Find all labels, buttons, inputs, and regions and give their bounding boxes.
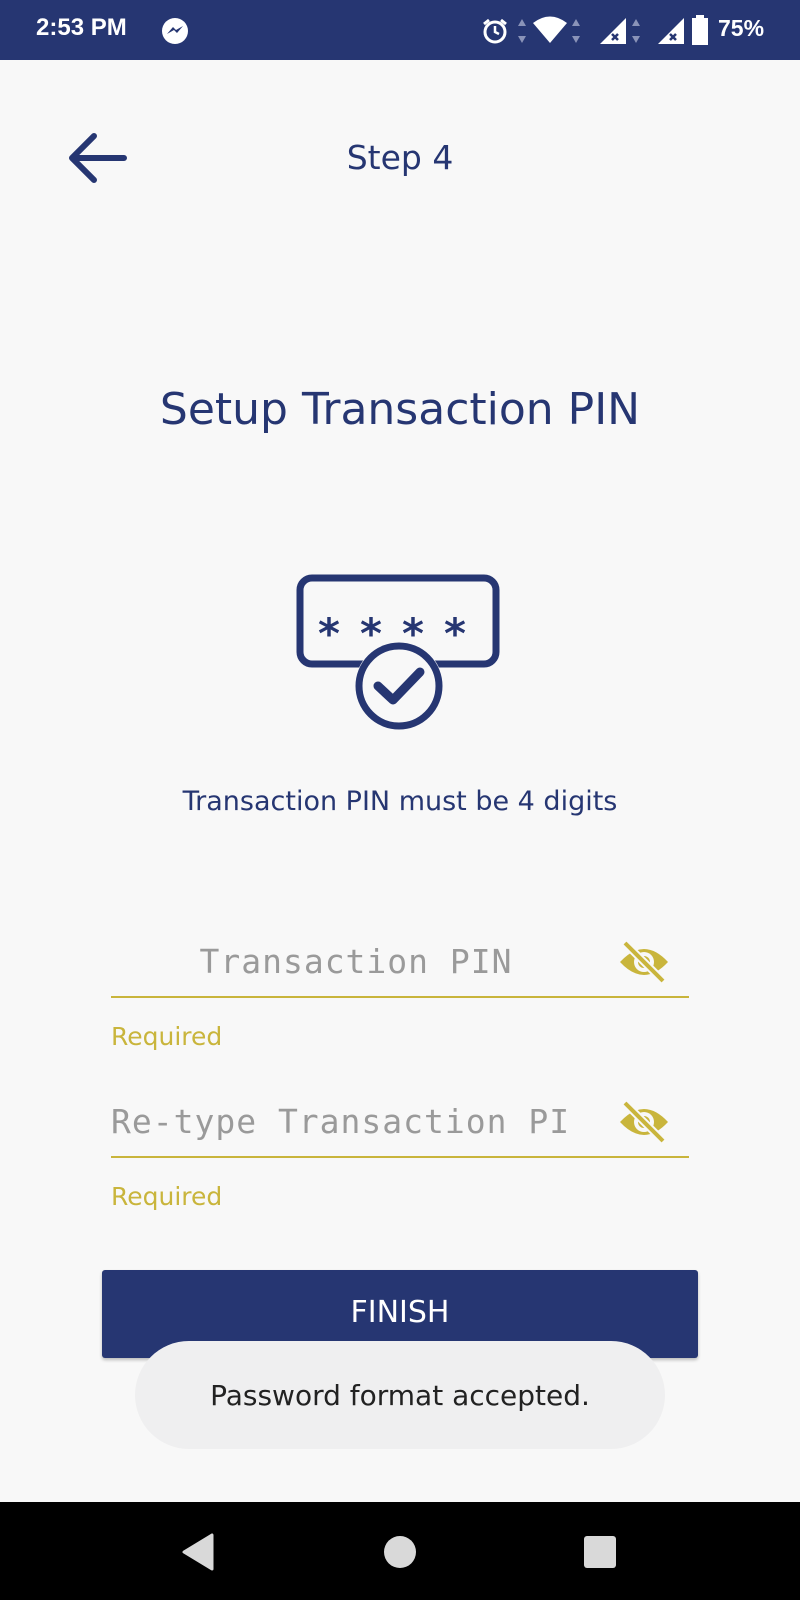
alarm-icon xyxy=(483,18,507,44)
status-bar: 2:53 PM 75% xyxy=(0,0,800,60)
toast-message: Password format accepted. xyxy=(135,1341,665,1449)
retype-helper-text: Required xyxy=(111,1182,223,1211)
status-time: 2:53 PM xyxy=(36,14,127,41)
svg-text:*: * xyxy=(318,609,340,658)
retype-pin-input[interactable] xyxy=(111,1096,601,1146)
recents-square-icon[interactable] xyxy=(582,1532,618,1572)
home-circle-icon[interactable] xyxy=(382,1532,418,1572)
signal-icon xyxy=(600,18,626,44)
pin-helper-text: Required xyxy=(111,1022,223,1051)
pin-hint: Transaction PIN must be 4 digits xyxy=(182,786,618,817)
eye-off-icon[interactable] xyxy=(617,940,671,984)
battery-percent: 75% xyxy=(718,15,765,41)
data-arrows-icon xyxy=(632,19,640,43)
messenger-icon xyxy=(162,18,188,44)
eye-off-icon[interactable] xyxy=(617,1100,671,1144)
battery-icon xyxy=(692,15,708,45)
svg-text:*: * xyxy=(444,609,466,658)
step-title: Step 4 xyxy=(346,138,454,177)
data-arrows-icon xyxy=(572,19,580,43)
pin-check-icon: * * * * xyxy=(296,574,500,730)
toast-text: Password format accepted. xyxy=(210,1378,590,1412)
page-title: Setup Transaction PIN xyxy=(159,384,641,435)
data-arrows-icon xyxy=(518,19,526,43)
transaction-pin-input[interactable] xyxy=(111,936,601,986)
system-nav-bar xyxy=(0,1502,800,1600)
back-triangle-icon[interactable] xyxy=(180,1532,216,1572)
wifi-icon xyxy=(533,16,567,43)
retype-pin-field xyxy=(111,1078,689,1158)
transaction-pin-field xyxy=(111,918,689,998)
signal-icon xyxy=(658,18,684,44)
